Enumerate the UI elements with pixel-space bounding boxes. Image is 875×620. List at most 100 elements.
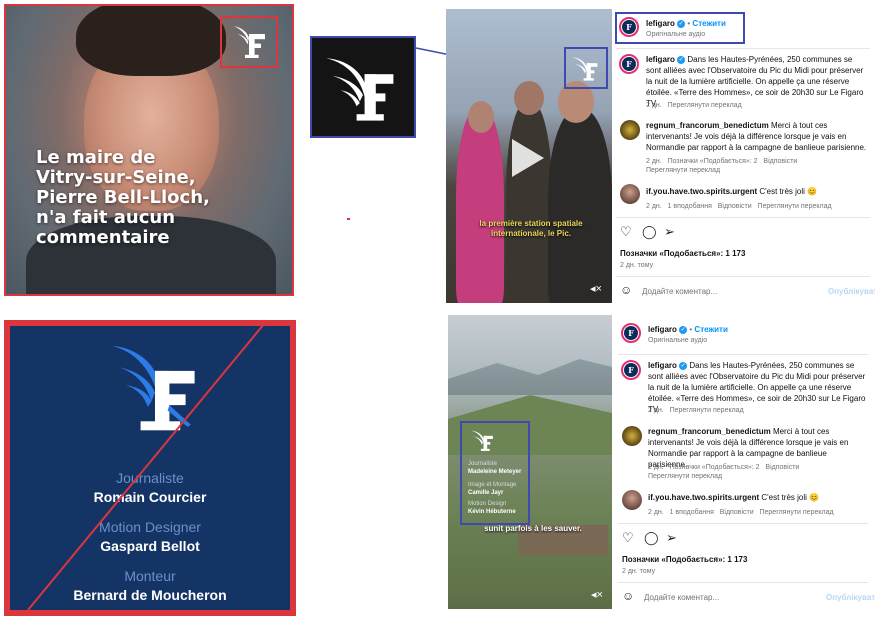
username[interactable]: lefigaro bbox=[646, 19, 675, 28]
translate-link[interactable]: Переглянути переклад bbox=[670, 407, 744, 414]
credit-name: Kévin Hébuterne bbox=[468, 509, 516, 515]
username[interactable]: lefigaro bbox=[648, 325, 677, 334]
lefigaro-avatar-icon: F bbox=[624, 326, 638, 340]
caption-line: commentaire bbox=[36, 227, 170, 248]
credit-name: Madeleine Meteyer bbox=[468, 469, 522, 475]
avatar[interactable]: F bbox=[619, 17, 639, 37]
caption-username[interactable]: lefigaro bbox=[648, 361, 677, 370]
post-comment-button[interactable]: Опублікувати bbox=[826, 592, 875, 603]
comment: if.you.have.two.spirits.urgent C'est trè… bbox=[648, 492, 868, 503]
share-icon[interactable]: ➢ bbox=[664, 225, 678, 239]
video-credits: Journaliste Madeleine Meteyer Image et M… bbox=[468, 460, 568, 516]
comment-text: C'est très joli 😊 bbox=[761, 493, 820, 502]
likes-count[interactable]: Позначки «Подобається»: 1 173 bbox=[620, 248, 745, 259]
person-head bbox=[514, 81, 544, 115]
le-figaro-logo-icon bbox=[233, 26, 265, 58]
photo-caption: Le maire de Vitry-sur-Seine, Pierre Bell… bbox=[36, 148, 286, 248]
comment-input[interactable]: Додайте коментар... bbox=[642, 286, 717, 297]
post-comment-button[interactable]: Опублікувати bbox=[828, 286, 875, 297]
comment: regnum_francorum_benedictum Merci à tout… bbox=[646, 120, 868, 153]
audio-label[interactable]: Оригінальне аудіо bbox=[648, 335, 707, 346]
translate-link[interactable]: Переглянути переклад bbox=[757, 203, 831, 210]
comment-likes[interactable]: 1 вподобання bbox=[670, 509, 714, 516]
post-date[interactable]: 2 дн. тому bbox=[622, 566, 655, 577]
comment-username[interactable]: regnum_francorum_benedictum bbox=[646, 121, 769, 130]
emoji-icon[interactable]: ☺ bbox=[620, 283, 634, 297]
header-user-row: lefigaro ✓ • Стежити bbox=[648, 324, 728, 335]
subtitle-line: la première station spatiale bbox=[479, 219, 583, 228]
logo-zoom-box bbox=[310, 36, 416, 138]
separator-dot: • bbox=[687, 19, 691, 28]
commenter-avatar[interactable] bbox=[622, 426, 642, 446]
translate-link[interactable]: Переглянути переклад bbox=[668, 102, 742, 109]
comment-icon[interactable]: ◯ bbox=[642, 225, 657, 239]
emoji-icon[interactable]: ☺ bbox=[622, 589, 636, 603]
heart-icon[interactable]: ♡ bbox=[622, 531, 636, 545]
reply-button[interactable]: Відповісти bbox=[718, 203, 752, 210]
reply-button[interactable]: Відповісти bbox=[720, 509, 754, 516]
lefigaro-avatar-icon: F bbox=[622, 20, 636, 34]
comment-likes[interactable]: 1 вподобання bbox=[668, 203, 712, 210]
heart-icon[interactable]: ♡ bbox=[620, 225, 634, 239]
strike-through-line bbox=[27, 323, 265, 611]
avatar[interactable]: F bbox=[621, 360, 641, 380]
comment-likes[interactable]: Позначки «Подобається»: 2 bbox=[670, 464, 760, 471]
divider bbox=[618, 354, 868, 355]
caption-time[interactable]: 2 дн. bbox=[648, 407, 664, 414]
caption-username[interactable]: lefigaro bbox=[646, 55, 675, 64]
comment-time[interactable]: 2 дн. bbox=[648, 509, 664, 516]
photo-logo-highlight bbox=[220, 16, 278, 68]
comment-username[interactable]: regnum_francorum_benedictum bbox=[648, 427, 771, 436]
person-black-jacket bbox=[548, 109, 612, 303]
audio-label[interactable]: Оригінальне аудіо bbox=[646, 29, 705, 40]
share-icon[interactable]: ➢ bbox=[666, 531, 680, 545]
reel-video-2[interactable]: Journaliste Madeleine Meteyer Image et M… bbox=[448, 315, 612, 609]
likes-count[interactable]: Позначки «Подобається»: 1 173 bbox=[622, 554, 747, 565]
comment-username[interactable]: if.you.have.two.spirits.urgent bbox=[646, 187, 757, 196]
caption-line: Vitry-sur-Seine, bbox=[36, 167, 196, 188]
commenter-avatar[interactable] bbox=[620, 120, 640, 140]
avatar[interactable]: F bbox=[621, 323, 641, 343]
comment-meta: 2 дн. 1 вподобання Відповісти Переглянут… bbox=[648, 507, 834, 518]
divider bbox=[618, 523, 868, 524]
verified-icon: ✓ bbox=[679, 325, 688, 334]
reply-button[interactable]: Відповісти bbox=[765, 464, 799, 471]
follow-button[interactable]: Стежити bbox=[692, 19, 725, 28]
translate-link[interactable]: Переглянути переклад bbox=[646, 165, 720, 176]
lefigaro-avatar-icon: F bbox=[622, 57, 636, 71]
reply-button[interactable]: Відповісти bbox=[763, 158, 797, 165]
comment-input[interactable]: Додайте коментар... bbox=[644, 592, 719, 603]
comment-time[interactable]: 2 дн. bbox=[646, 203, 662, 210]
header-user-row: lefigaro ✓ • Стежити bbox=[646, 18, 726, 29]
divider bbox=[618, 582, 868, 583]
comment-time[interactable]: 2 дн. bbox=[646, 158, 662, 165]
commenter-avatar[interactable] bbox=[620, 184, 640, 204]
mute-icon[interactable]: ◂× bbox=[590, 587, 604, 601]
avatar[interactable]: F bbox=[619, 54, 639, 74]
play-icon[interactable] bbox=[512, 139, 544, 177]
mute-icon[interactable]: ◂× bbox=[589, 281, 603, 295]
commenter-avatar[interactable] bbox=[622, 490, 642, 510]
translate-link[interactable]: Переглянути переклад bbox=[648, 471, 722, 482]
caption-line: Le maire de bbox=[36, 147, 156, 168]
comment-icon[interactable]: ◯ bbox=[644, 531, 659, 545]
verified-icon: ✓ bbox=[679, 361, 688, 370]
credit-role: Image et Montage bbox=[468, 482, 517, 488]
person-hair bbox=[76, 6, 226, 76]
credits-panel: Journaliste Romain Courcier Motion Desig… bbox=[4, 320, 296, 616]
comment-username[interactable]: if.you.have.two.spirits.urgent bbox=[648, 493, 759, 502]
reel-video-1[interactable]: la première station spatiale internation… bbox=[446, 9, 612, 303]
le-figaro-logo-icon bbox=[326, 58, 394, 121]
divider bbox=[616, 217, 870, 218]
translate-link[interactable]: Переглянути переклад bbox=[759, 509, 833, 516]
divider bbox=[616, 48, 870, 49]
comment-likes[interactable]: Позначки «Подобається»: 2 bbox=[668, 158, 758, 165]
caption-time[interactable]: 2 дн. bbox=[646, 102, 662, 109]
comment-time[interactable]: 2 дн. bbox=[648, 464, 664, 471]
video-subtitle: la première station spatiale internation… bbox=[466, 219, 596, 239]
post-date[interactable]: 2 дн. тому bbox=[620, 260, 653, 271]
follow-button[interactable]: Стежити bbox=[694, 325, 727, 334]
mountain-range bbox=[448, 359, 612, 395]
comment-text: C'est très joli 😊 bbox=[759, 187, 818, 196]
person-dark bbox=[506, 101, 552, 301]
